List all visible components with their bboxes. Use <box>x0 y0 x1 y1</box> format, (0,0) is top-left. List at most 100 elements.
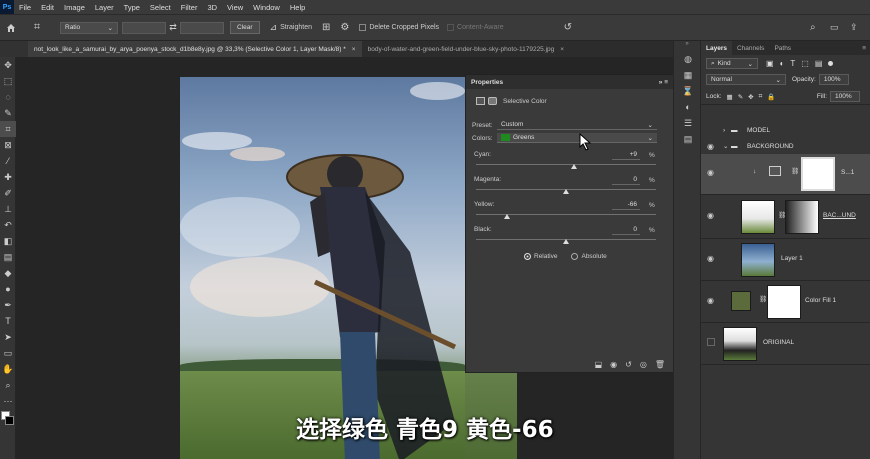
collapse-icon[interactable]: » <box>674 41 700 51</box>
libraries-panel-icon[interactable]: ☰ <box>674 115 702 131</box>
menu-file[interactable]: File <box>14 3 36 12</box>
workspace-icon[interactable]: ▭ <box>830 22 850 33</box>
brush-tool-icon[interactable]: ✐ <box>0 185 16 201</box>
lasso-tool-icon[interactable]: ◌ <box>0 89 16 105</box>
tab-layers[interactable]: Layers <box>701 41 732 55</box>
frame-tool-icon[interactable]: ⊠ <box>0 137 16 153</box>
reset-icon[interactable]: ↺ <box>564 22 572 33</box>
menu-filter[interactable]: Filter <box>176 3 203 12</box>
preset-select[interactable]: Custom ⌄ <box>497 120 657 130</box>
filter-pixel-icon[interactable]: ▣ <box>766 59 774 68</box>
marquee-tool-icon[interactable]: ⬚ <box>0 73 16 89</box>
width-input[interactable] <box>122 21 166 34</box>
radio-relative[interactable] <box>524 253 531 260</box>
layer-row-background-group[interactable]: ◉ ⌄ ▬ BACKGROUND <box>701 139 870 153</box>
fill-input[interactable]: 100% <box>830 91 860 102</box>
gradient-tool-icon[interactable]: ▤ <box>0 249 16 265</box>
close-icon[interactable]: × <box>352 46 356 53</box>
mask-icon[interactable] <box>488 97 497 105</box>
blend-mode-select[interactable]: Normal ⌄ <box>706 74 786 85</box>
layer-row-background-image[interactable]: ◉ ⛓ BAC...UND <box>701 196 870 238</box>
share-icon[interactable]: ⇪ <box>850 22 870 33</box>
crop-tool-icon[interactable]: ⌗ <box>0 121 16 137</box>
slider-value-input[interactable]: +9 <box>612 151 640 160</box>
ratio-select[interactable]: Ratio ⌄ <box>60 21 118 34</box>
filter-toggle-icon[interactable] <box>828 61 834 66</box>
slider-value-input[interactable]: 0 <box>612 176 640 185</box>
color-swatches[interactable] <box>0 409 15 429</box>
layer-row-model[interactable]: › ▬ MODEL <box>701 123 870 137</box>
tab-channels[interactable]: Channels <box>732 41 769 55</box>
zoom-tool-icon[interactable]: ⌕ <box>0 377 16 393</box>
link-icon[interactable]: ⛓ <box>791 167 799 175</box>
fill-color-thumbnail[interactable] <box>731 291 751 311</box>
type-tool-icon[interactable]: T <box>0 313 16 329</box>
slider-value-input[interactable]: -66 <box>612 201 640 210</box>
history-brush-tool-icon[interactable]: ↶ <box>0 217 16 233</box>
more-tools-icon[interactable]: ⋯ <box>0 393 16 409</box>
history-panel-icon[interactable]: ⌛ <box>674 83 702 99</box>
layer-row-color-fill[interactable]: ◉ ⛓ Color Fill 1 <box>701 282 870 322</box>
slider-value-input[interactable]: 0 <box>612 226 640 235</box>
path-select-tool-icon[interactable]: ➤ <box>0 329 16 345</box>
home-icon[interactable] <box>0 23 22 33</box>
slider-thumb[interactable] <box>503 214 510 219</box>
blur-tool-icon[interactable]: ◆ <box>0 265 16 281</box>
menu-window[interactable]: Window <box>248 3 285 12</box>
search-icon[interactable]: ⌕ <box>810 22 830 33</box>
clip-to-layer-icon[interactable]: ⬓ <box>595 360 603 369</box>
menu-layer[interactable]: Layer <box>90 3 119 12</box>
relative-label[interactable]: Relative <box>534 253 557 260</box>
absolute-label[interactable]: Absolute <box>581 253 606 260</box>
clear-button[interactable]: Clear <box>230 21 260 34</box>
quick-select-tool-icon[interactable]: ✎ <box>0 105 16 121</box>
eraser-tool-icon[interactable]: ◧ <box>0 233 16 249</box>
crop-tool-icon[interactable]: ⌗ <box>22 21 52 34</box>
menu-3d[interactable]: 3D <box>202 3 222 12</box>
colors-select[interactable]: Greens ⌄ <box>497 133 657 143</box>
menu-image[interactable]: Image <box>59 3 90 12</box>
hand-tool-icon[interactable]: ✋ <box>0 361 16 377</box>
height-input[interactable] <box>180 21 224 34</box>
trash-icon[interactable]: 🗑 <box>655 360 665 369</box>
menu-edit[interactable]: Edit <box>36 3 59 12</box>
layer-thumbnail[interactable] <box>741 243 775 277</box>
lock-artboard-icon[interactable]: ⌗ <box>759 93 763 101</box>
overlay-grid-icon[interactable]: ⊞ <box>322 22 330 33</box>
filter-shape-icon[interactable]: ⬚ <box>801 59 809 68</box>
slider-thumb[interactable] <box>571 164 578 169</box>
menu-view[interactable]: View <box>222 3 248 12</box>
shape-tool-icon[interactable]: ▭ <box>0 345 16 361</box>
properties-panel-icon[interactable]: ▤ <box>674 131 702 147</box>
move-tool-icon[interactable]: ✥ <box>0 57 16 73</box>
straighten-icon[interactable]: ⊿ <box>270 22 278 33</box>
eye-icon[interactable]: ◉ <box>707 168 714 177</box>
lock-move-icon[interactable]: ✥ <box>748 93 753 101</box>
radio-absolute[interactable] <box>571 253 579 260</box>
filter-type-icon[interactable]: T <box>790 59 795 68</box>
color-panel-icon[interactable]: ◍ <box>674 51 702 67</box>
lock-all-icon[interactable]: 🔒 <box>767 93 775 101</box>
healing-brush-tool-icon[interactable]: ✚ <box>0 169 16 185</box>
eye-icon[interactable]: ◉ <box>707 296 714 305</box>
clone-stamp-tool-icon[interactable]: ⊥ <box>0 201 16 217</box>
layer-row-selective-color[interactable]: ◉ ↓ ⛓ S...1 <box>701 154 870 194</box>
adjustments-panel-icon[interactable]: ◐ <box>674 99 702 115</box>
layer-thumbnail[interactable] <box>723 327 757 361</box>
background-color-swatch[interactable] <box>5 416 14 425</box>
layer-mask-thumbnail[interactable] <box>801 157 835 191</box>
view-previous-icon[interactable]: ◉ <box>610 360 617 369</box>
eye-icon[interactable]: ◉ <box>707 211 714 220</box>
straighten-label[interactable]: Straighten <box>280 24 312 31</box>
delete-cropped-checkbox[interactable]: Delete Cropped Pixels <box>359 24 439 31</box>
layer-row-layer-1[interactable]: ◉ Layer 1 <box>701 240 870 280</box>
lock-transparent-icon[interactable]: ▦ <box>727 93 733 101</box>
filter-adjustment-icon[interactable]: ◐ <box>780 59 785 68</box>
menu-help[interactable]: Help <box>285 3 310 12</box>
layer-mask-thumbnail[interactable] <box>767 285 801 319</box>
panel-menu-icon[interactable]: » ≡ <box>659 79 668 86</box>
layer-mask-thumbnail[interactable] <box>785 200 819 234</box>
filter-smart-icon[interactable]: ▤ <box>815 59 823 68</box>
chevron-right-icon[interactable]: › <box>723 127 725 134</box>
opacity-input[interactable]: 100% <box>818 74 849 85</box>
